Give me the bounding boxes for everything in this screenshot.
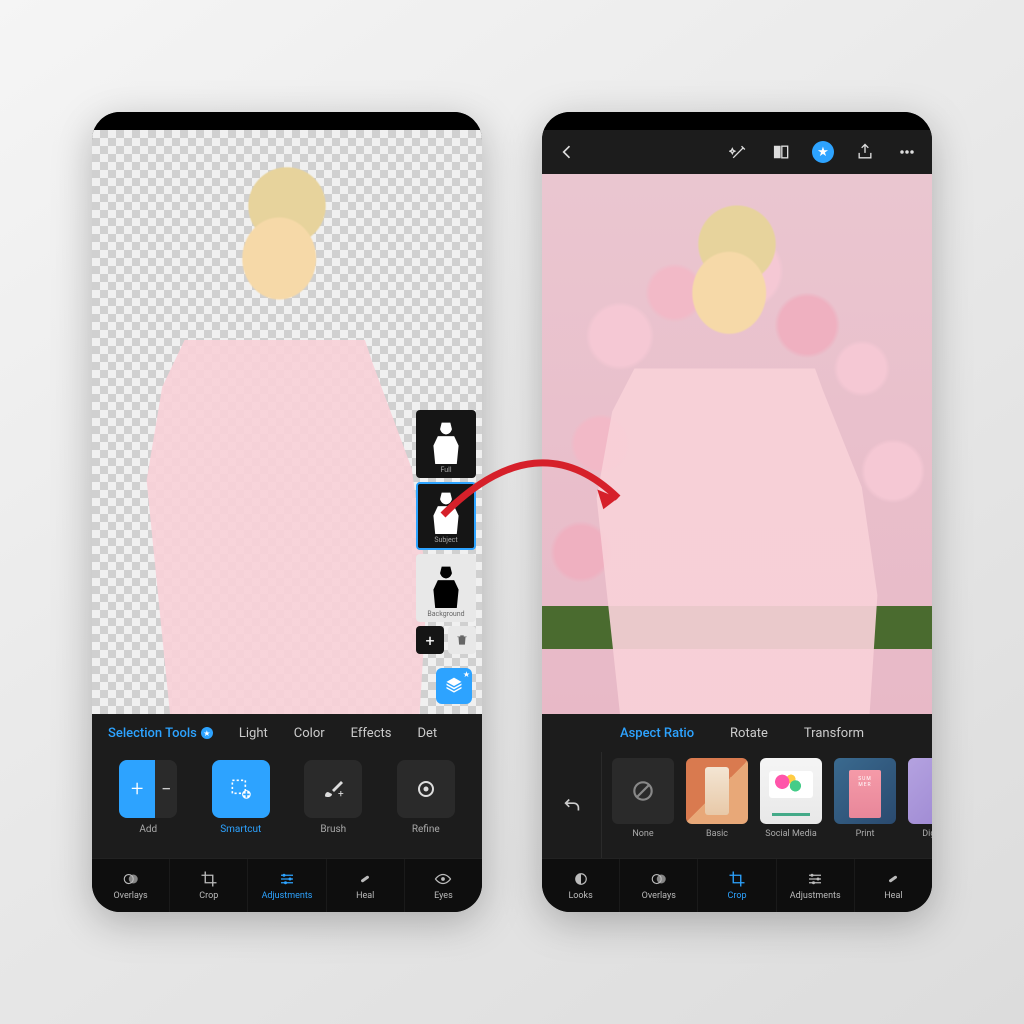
more-icon[interactable] [896,141,918,163]
magic-wand-icon[interactable] [728,141,750,163]
premium-badge-icon: ★ [201,727,213,739]
nav-adjustments-r-label: Adjustments [790,891,841,901]
selection-subject[interactable]: Subject [416,482,476,550]
phone-right-editor: ★ Aspect Ratio Rotate Transform None [542,112,932,912]
nav-eyes[interactable]: Eyes [405,859,482,912]
tab-selection-tools[interactable]: Selection Tools ★ [108,726,213,741]
tool-refine[interactable]: Refine [389,760,463,835]
crop-section: Aspect Ratio Rotate Transform None Basic [542,714,932,858]
preset-social-media[interactable]: Social Media [758,758,824,852]
crop-presets[interactable]: None Basic Social Media Print Digital A [602,752,932,858]
preset-print-label: Print [856,829,875,839]
preset-digital[interactable]: Digital A [906,758,932,852]
preset-digital-label: Digital A [922,829,932,839]
nav-overlays-r-label: Overlays [642,891,676,901]
tab-transform[interactable]: Transform [804,726,864,741]
nav-heal-label: Heal [356,891,374,901]
share-icon[interactable] [854,141,876,163]
back-button[interactable] [556,141,578,163]
nav-overlays-r[interactable]: Overlays [620,859,698,912]
nav-looks[interactable]: Looks [542,859,620,912]
nav-crop-label: Crop [199,891,218,901]
tab-details[interactable]: Det [417,726,437,741]
preset-none[interactable]: None [610,758,676,852]
premium-star-icon[interactable]: ★ [812,141,834,163]
status-bar [542,112,932,130]
top-toolbar: ★ [542,130,932,174]
preset-basic-label: Basic [706,829,728,839]
tab-aspect-ratio[interactable]: Aspect Ratio [620,726,694,741]
add-selection-button[interactable]: + [416,626,444,654]
nav-crop-r[interactable]: Crop [698,859,776,912]
tab-light[interactable]: Light [239,726,268,741]
bottom-nav-left: Overlays Crop Adjustments Heal Eyes [92,858,482,912]
nav-adjustments-label: Adjustments [262,891,313,901]
nav-crop[interactable]: Crop [170,859,248,912]
preset-print[interactable]: Print [832,758,898,852]
nav-crop-r-label: Crop [728,891,747,901]
layers-button[interactable] [436,668,472,704]
edit-canvas-result[interactable] [542,174,932,714]
delete-selection-button[interactable] [448,626,476,654]
tool-add-label: Add [139,824,157,835]
minus-icon: − [155,760,177,818]
selection-full-label: Full [440,466,451,474]
bottom-nav-right: Looks Overlays Crop Adjustments Heal [542,858,932,912]
nav-heal[interactable]: Heal [327,859,405,912]
selection-background-label: Background [427,610,464,618]
nav-overlays[interactable]: Overlays [92,859,170,912]
tool-brush-label: Brush [320,824,346,835]
preset-basic[interactable]: Basic [684,758,750,852]
tool-refine-label: Refine [412,824,440,835]
nav-adjustments-r[interactable]: Adjustments [777,859,855,912]
adjustment-tabs: Selection Tools ★ Light Color Effects De… [92,714,482,752]
nav-looks-label: Looks [568,891,592,901]
tool-brush[interactable]: + Brush [296,760,370,835]
nav-overlays-label: Overlays [113,891,147,901]
preset-none-label: None [632,829,653,839]
tab-rotate[interactable]: Rotate [730,726,768,741]
tab-selection-label: Selection Tools [108,726,197,741]
preset-social-label: Social Media [765,829,816,839]
undo-button[interactable] [542,752,602,858]
compare-icon[interactable] [770,141,792,163]
svg-text:+: + [338,789,344,800]
tab-effects[interactable]: Effects [351,726,392,741]
nav-eyes-label: Eyes [434,891,453,901]
edit-canvas[interactable]: Full Subject Background + [92,130,482,714]
phone-left-editor: Full Subject Background + Selection Too [92,112,482,912]
nav-heal-r-label: Heal [884,891,902,901]
tool-smartcut[interactable]: Smartcut [204,760,278,835]
selection-thumbnails: Full Subject Background + [416,410,476,654]
tool-add[interactable]: + − Add [111,760,185,835]
crop-tabs: Aspect Ratio Rotate Transform [542,714,932,752]
nav-adjustments[interactable]: Adjustments [248,859,326,912]
tab-color[interactable]: Color [294,726,325,741]
subject-on-background [542,174,932,714]
plus-icon: + [119,760,155,818]
tool-smartcut-label: Smartcut [220,824,261,835]
selection-background[interactable]: Background [416,554,476,622]
selection-full[interactable]: Full [416,410,476,478]
nav-heal-r[interactable]: Heal [855,859,932,912]
selection-tools-row: + − Add Smartcut + Brush Refine [92,752,482,858]
selection-subject-label: Subject [434,536,457,544]
status-bar [92,112,482,130]
